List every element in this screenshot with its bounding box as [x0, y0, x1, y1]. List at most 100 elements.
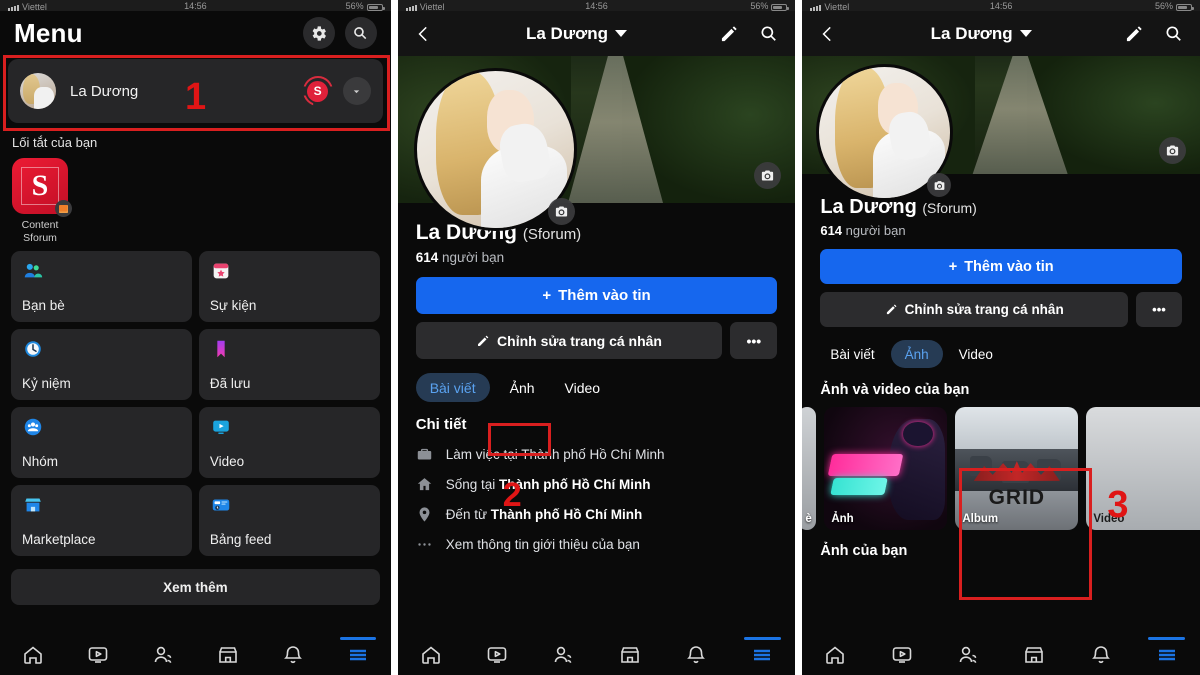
annotation-number-2: 2 [502, 476, 522, 514]
media-tile-caption: è [805, 513, 812, 525]
marketplace-icon[interactable] [1001, 635, 1067, 675]
battery-percent-label: 56% [345, 1, 364, 11]
cover-photo-camera-button[interactable] [1159, 137, 1186, 164]
profile-photo-wrapper[interactable] [816, 64, 954, 201]
tab-posts[interactable]: Bài viết [820, 340, 884, 368]
detail-place: Thành phố Hồ Chí Minh [498, 477, 651, 492]
add-to-story-button[interactable]: + Thêm vào tin [820, 249, 1182, 284]
friends-count-row[interactable]: 614 người bạn [416, 250, 778, 265]
friends-count-row[interactable]: 614 người bạn [820, 223, 1182, 238]
tab-posts[interactable]: Bài viết [415, 373, 490, 402]
profile-header-title[interactable]: La Dương [437, 24, 717, 44]
friends-icon[interactable] [935, 635, 1001, 675]
menu-item-events[interactable]: Sự kiện [198, 251, 380, 323]
media-tile-photos[interactable]: Ảnh [824, 407, 948, 530]
home-icon[interactable] [0, 635, 65, 675]
friends-count-label: người bạn [441, 250, 505, 265]
switch-account-icon[interactable]: S [302, 76, 333, 106]
marketplace-icon[interactable] [597, 635, 663, 675]
profile-action-buttons: + Thêm vào tin Chỉnh sửa trang cá nhân •… [398, 265, 796, 359]
notifications-bell-icon[interactable] [1067, 635, 1133, 675]
friends-icon[interactable] [530, 635, 596, 675]
menu-item-marketplace[interactable]: Marketplace [11, 485, 192, 557]
clock-label: 14:56 [585, 1, 608, 11]
panel-menu: Viettel 14:56 56% Menu La Dương S Lối tắ… [0, 0, 391, 675]
menu-hamburger-icon[interactable] [326, 635, 391, 675]
battery-icon [366, 4, 385, 11]
menu-item-memories[interactable]: Kỷ niệm [11, 329, 192, 401]
media-tile-video[interactable]: Video [1086, 407, 1200, 530]
detail-place: Thành phố Hồ Chí Minh [521, 447, 665, 462]
detail-prefix: Sống tại [445, 477, 499, 492]
status-bar-left: Viettel [405, 1, 445, 11]
more-options-button[interactable]: ••• [730, 322, 778, 359]
media-strip[interactable]: è Ảnh GRID Album Video [802, 407, 1200, 530]
signal-icon [405, 5, 417, 11]
annotation-number-3: 3 [1107, 484, 1129, 526]
menu-hamburger-icon[interactable] [1134, 635, 1200, 675]
profile-photo-camera-button[interactable] [927, 173, 952, 197]
notifications-bell-icon[interactable] [260, 635, 325, 675]
video-icon[interactable] [869, 635, 935, 675]
tab-photos[interactable]: Ảnh [496, 373, 549, 402]
edit-profile-button[interactable]: Chỉnh sửa trang cá nhân [415, 322, 723, 359]
pencil-icon[interactable] [1121, 21, 1147, 47]
carrier-label: Viettel [824, 2, 850, 11]
profile-header-title[interactable]: La Dương [841, 24, 1121, 44]
media-tile-caption: Ảnh [831, 513, 854, 525]
menu-item-groups[interactable]: Nhóm [11, 407, 192, 479]
menu-item-video[interactable]: Video [198, 407, 380, 479]
screenshot-stage: Viettel 14:56 56% Menu La Dương S Lối tắ… [0, 0, 1200, 675]
detail-text: Sống tại Thành phố Hồ Chí Minh [446, 477, 651, 492]
menu-item-friends[interactable]: Bạn bè [11, 251, 192, 323]
see-more-button[interactable]: Xem thêm [11, 569, 380, 606]
detail-prefix: Đến từ [445, 507, 491, 522]
home-icon[interactable] [398, 635, 464, 675]
gear-icon[interactable] [302, 17, 335, 49]
status-bar: Viettel 14:56 56% [0, 0, 391, 11]
menu-hamburger-icon[interactable] [729, 635, 795, 675]
album-watermark: GRID [988, 486, 1046, 510]
shortcut-content-sforum[interactable]: S Content Sforum [12, 158, 72, 245]
details-section: Chi tiết Làm việc tại Thành phố Hồ Chí M… [398, 402, 796, 553]
more-options-button[interactable]: ••• [1136, 292, 1182, 327]
camera-icon [547, 198, 575, 225]
media-tile-edge[interactable]: è [802, 407, 817, 530]
detail-row-from[interactable]: Đến từ Thành phố Hồ Chí Minh [416, 506, 778, 523]
photos-section-title: Ảnh của bạn [820, 543, 908, 559]
menu-item-saved[interactable]: Đã lưu [198, 329, 380, 401]
location-pin-icon [416, 506, 434, 523]
detail-row-work[interactable]: Làm việc tại Thành phố Hồ Chí Minh [416, 446, 778, 463]
media-tile-album[interactable]: GRID Album [955, 407, 1079, 530]
profile-photo-wrapper[interactable] [413, 68, 577, 231]
back-icon[interactable] [815, 21, 841, 47]
video-icon[interactable] [65, 635, 130, 675]
pencil-icon [885, 303, 898, 316]
search-icon[interactable] [756, 21, 782, 47]
panel-profile-photos: Viettel 14:56 56% La Dương La Dương (Sfo… [802, 0, 1200, 675]
pencil-icon[interactable] [716, 21, 742, 47]
tab-videos[interactable]: Video [949, 340, 1003, 368]
notifications-bell-icon[interactable] [663, 635, 729, 675]
back-icon[interactable] [411, 21, 437, 47]
detail-row-see-about[interactable]: Xem thông tin giới thiệu của bạn [416, 536, 778, 553]
profile-photo-camera-button[interactable] [547, 198, 575, 225]
tab-videos[interactable]: Video [555, 373, 611, 402]
menu-header: Menu [0, 11, 391, 55]
home-icon[interactable] [802, 635, 868, 675]
friends-icon [22, 260, 44, 282]
tab-photos[interactable]: Ảnh [890, 340, 943, 368]
video-icon[interactable] [464, 635, 530, 675]
menu-item-feeds[interactable]: Bảng feed [198, 485, 380, 557]
add-to-story-button[interactable]: + Thêm vào tin [415, 277, 778, 314]
pencil-icon [476, 334, 490, 348]
friends-icon[interactable] [130, 635, 195, 675]
search-icon[interactable] [344, 17, 377, 49]
marketplace-icon[interactable] [195, 635, 260, 675]
cover-photo-camera-button[interactable] [754, 162, 782, 189]
status-bar: Viettel 14:56 56% [397, 0, 796, 11]
edit-profile-button[interactable]: Chỉnh sửa trang cá nhân [820, 292, 1128, 327]
search-icon[interactable] [1161, 21, 1187, 47]
detail-row-lives-in[interactable]: Sống tại Thành phố Hồ Chí Minh [416, 476, 778, 493]
chevron-down-icon[interactable] [342, 77, 371, 105]
